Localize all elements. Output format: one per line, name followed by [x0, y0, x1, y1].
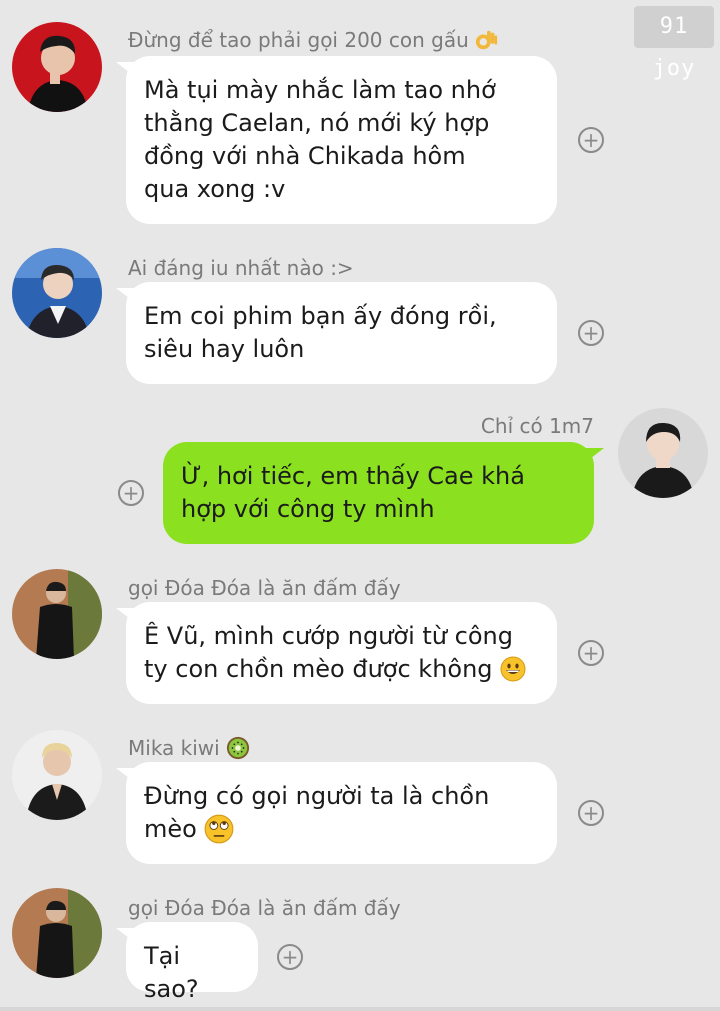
ok-hand-emoji	[476, 30, 498, 50]
message-line: ty con chồn mèo được không	[144, 653, 539, 686]
message-line: Ê Vũ, mình cướp người từ công	[144, 622, 513, 650]
message-line: siêu hay luôn	[144, 335, 305, 363]
watermark: 91 joy	[634, 6, 714, 81]
sender-name: Mika kiwi	[128, 736, 250, 760]
add-reaction-icon[interactable]: +	[277, 944, 303, 970]
sender-name: gọi Đóa Đóa là ăn đấm đấy	[128, 576, 401, 600]
message-line: qua xong :v	[144, 175, 286, 203]
message-line: thằng Caelan, nó mới ký hợp	[144, 109, 490, 137]
add-reaction-icon[interactable]: +	[578, 800, 604, 826]
add-reaction-icon[interactable]: +	[118, 480, 144, 506]
avatar[interactable]	[12, 22, 102, 112]
avatar[interactable]	[12, 569, 102, 659]
message-bubble[interactable]: Mà tụi mày nhắc làm tao nhớ thằng Caelan…	[116, 56, 557, 224]
message-line: Tại sao?	[144, 942, 199, 1003]
message-line: Mà tụi mày nhắc làm tao nhớ	[144, 76, 496, 104]
message-line: Ừ, hơi tiếc, em thấy Cae khá	[181, 462, 525, 490]
eye-roll-emoji	[205, 814, 234, 844]
divider	[0, 1007, 720, 1011]
message-bubble[interactable]: Đừng có gọi người ta là chồn mèo	[116, 762, 557, 864]
sender-name: gọi Đóa Đóa là ăn đấm đấy	[128, 896, 401, 920]
message-bubble[interactable]: Em coi phim bạn ấy đóng rồi, siêu hay lu…	[116, 282, 557, 384]
message-line: mèo	[144, 813, 539, 846]
message-bubble[interactable]: Ừ, hơi tiếc, em thấy Cae khá hợp với côn…	[163, 442, 604, 544]
message-bubble[interactable]: Tại sao?	[116, 922, 258, 1003]
avatar[interactable]	[12, 248, 102, 338]
message-bubble[interactable]: Ê Vũ, mình cướp người từ công ty con chồ…	[116, 602, 557, 704]
add-reaction-icon[interactable]: +	[578, 320, 604, 346]
message-line: hợp với công ty mình	[181, 495, 435, 523]
avatar[interactable]	[618, 408, 708, 498]
message-line: Đừng có gọi người ta là chồn	[144, 782, 490, 810]
sender-name: Chỉ có 1m7	[480, 414, 594, 438]
sender-name: Đừng để tao phải gọi 200 con gấu	[128, 28, 499, 52]
add-reaction-icon[interactable]: +	[578, 127, 604, 153]
message-line: Em coi phim bạn ấy đóng rồi,	[144, 302, 497, 330]
sender-name: Ai đáng iu nhất nào :>	[128, 256, 354, 280]
message-line: đồng với nhà Chikada hôm	[144, 142, 466, 170]
avatar[interactable]	[12, 730, 102, 820]
kiwi-emoji	[227, 736, 250, 760]
grinning-face-emoji	[500, 656, 526, 682]
add-reaction-icon[interactable]: +	[578, 640, 604, 666]
avatar[interactable]	[12, 888, 102, 978]
